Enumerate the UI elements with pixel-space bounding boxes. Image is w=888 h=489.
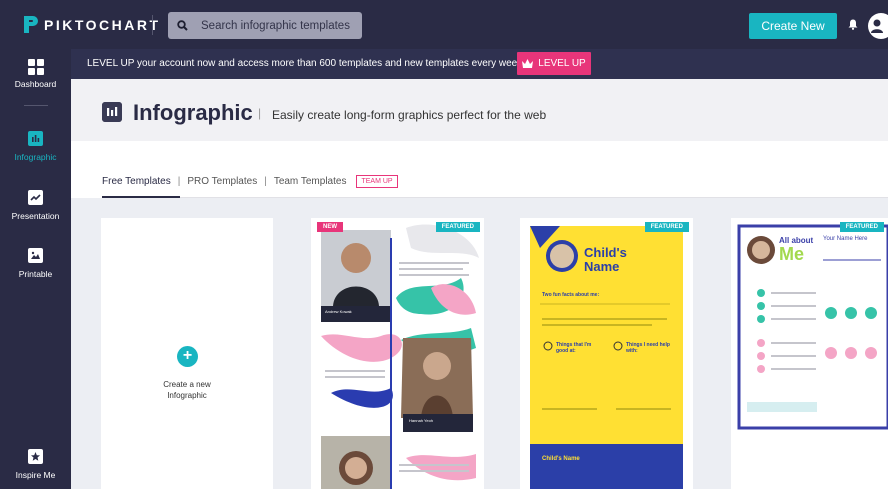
piktochart-logo-icon — [24, 16, 38, 33]
text-line — [399, 470, 469, 472]
sidebar-item-presentation[interactable]: Presentation — [0, 190, 71, 221]
text-line — [325, 370, 385, 372]
text-line — [771, 292, 816, 294]
text-line — [399, 262, 469, 264]
star-icon — [28, 449, 43, 464]
template-name-placeholder: Your Name Here — [823, 236, 868, 242]
sidebar-item-label: Printable — [18, 269, 53, 279]
page-title: Infographic — [133, 100, 253, 125]
sidebar-divider — [24, 105, 48, 106]
featured-badge: FEATURED — [839, 222, 884, 232]
page-subtitle: Easily create long-form graphics perfect… — [272, 108, 547, 122]
image-icon — [28, 248, 43, 263]
plus-icon: + — [177, 346, 198, 367]
sidebar-item-label: Dashboard — [14, 79, 57, 89]
text-line — [771, 342, 816, 344]
template-card[interactable]: Child's Name Two fun facts about me: Thi… — [520, 218, 693, 489]
tab-separator: | — [264, 175, 267, 187]
template-subheading: Two fun facts about me: — [542, 292, 600, 298]
infographic-icon — [102, 102, 122, 122]
presentation-icon — [28, 190, 43, 205]
sidebar-item-dashboard[interactable]: Dashboard — [0, 59, 71, 89]
text-line — [542, 318, 667, 320]
logo[interactable]: PIKTOCHART — [22, 15, 161, 34]
template-thumbnail — [737, 224, 888, 430]
template-card[interactable]: Andrew Kowak Hannah Yeoh NEW FEATURED — [311, 218, 484, 489]
grid-icon — [27, 59, 44, 75]
banner-text: LEVEL UP your account now and access mor… — [87, 58, 526, 69]
level-up-label: LEVEL UP — [538, 58, 586, 69]
template-caption: Hannah Yeoh — [409, 418, 434, 423]
template-fact: Things I need help with: — [626, 342, 670, 354]
logo-text: PIKTOCHART — [44, 16, 161, 33]
sidebar-item-label: Presentation — [11, 211, 60, 221]
template-footer-title: Child's Name — [542, 456, 580, 462]
create-new-button[interactable]: Create New — [749, 13, 837, 39]
template-thumbnail — [311, 218, 484, 489]
page-header: Infographic | Easily create long-form gr… — [71, 79, 888, 141]
text-line — [542, 324, 652, 326]
sidebar-item-infographic[interactable]: Infographic — [0, 131, 71, 162]
template-title-line2: Me — [779, 244, 805, 264]
text-line — [771, 368, 816, 370]
level-up-button[interactable]: LEVEL UP — [517, 52, 591, 75]
header-separator: | — [258, 106, 262, 120]
template-title-line2: Name — [584, 259, 620, 274]
upgrade-banner: LEVEL UP your account now and access mor… — [71, 49, 888, 79]
crown-icon — [522, 59, 534, 68]
tab-pro-templates[interactable]: PRO Templates — [187, 176, 257, 187]
sidebar-item-printable[interactable]: Printable — [0, 248, 71, 279]
template-fact: Things that I'm good at: — [556, 342, 592, 354]
create-card-label: Create a new Infographic — [101, 379, 273, 401]
sidebar-item-inspire-me[interactable]: Inspire Me — [0, 449, 71, 480]
create-card-label-line2: Infographic — [167, 391, 207, 400]
template-tabs: Free Templates | PRO Templates | Team Te… — [102, 173, 398, 189]
top-bar: PIKTOCHART Create New — [0, 0, 888, 49]
topbar-divider — [152, 15, 153, 35]
text-line — [325, 376, 385, 378]
template-title-line1: Child's — [584, 245, 627, 260]
new-badge: NEW — [317, 222, 343, 232]
user-icon — [871, 19, 883, 33]
tab-separator: | — [177, 175, 181, 187]
text-line — [771, 355, 816, 357]
create-card-label-line1: Create a new — [163, 380, 211, 389]
template-card[interactable]: All about Me Your Name Here FEATURED — [731, 218, 888, 489]
bell-icon[interactable] — [848, 19, 858, 30]
search-input[interactable] — [201, 19, 361, 32]
sidebar: Dashboard Infographic Presentation Print… — [0, 49, 71, 489]
text-line — [771, 305, 816, 307]
featured-badge: FEATURED — [435, 222, 480, 232]
search-box[interactable] — [168, 12, 362, 39]
text-line — [616, 408, 671, 410]
bar-chart-icon — [28, 131, 43, 146]
template-caption: Andrew Kowak — [325, 309, 352, 314]
sidebar-item-label: Inspire Me — [15, 470, 56, 480]
tab-free-templates[interactable]: Free Templates — [102, 176, 171, 187]
text-line — [399, 274, 469, 276]
text-line — [399, 464, 469, 466]
user-avatar[interactable] — [868, 13, 888, 39]
search-icon — [177, 20, 188, 31]
text-line — [399, 268, 463, 270]
sidebar-item-label: Infographic — [14, 152, 57, 162]
template-title: Child's Name — [584, 246, 627, 274]
featured-badge: FEATURED — [644, 222, 689, 232]
tab-team-templates[interactable]: Team Templates — [274, 176, 347, 187]
create-new-infographic-card[interactable]: + Create a new Infographic — [101, 218, 273, 489]
text-line — [542, 408, 597, 410]
text-line — [771, 318, 816, 320]
team-up-badge[interactable]: TEAM UP — [356, 174, 398, 188]
